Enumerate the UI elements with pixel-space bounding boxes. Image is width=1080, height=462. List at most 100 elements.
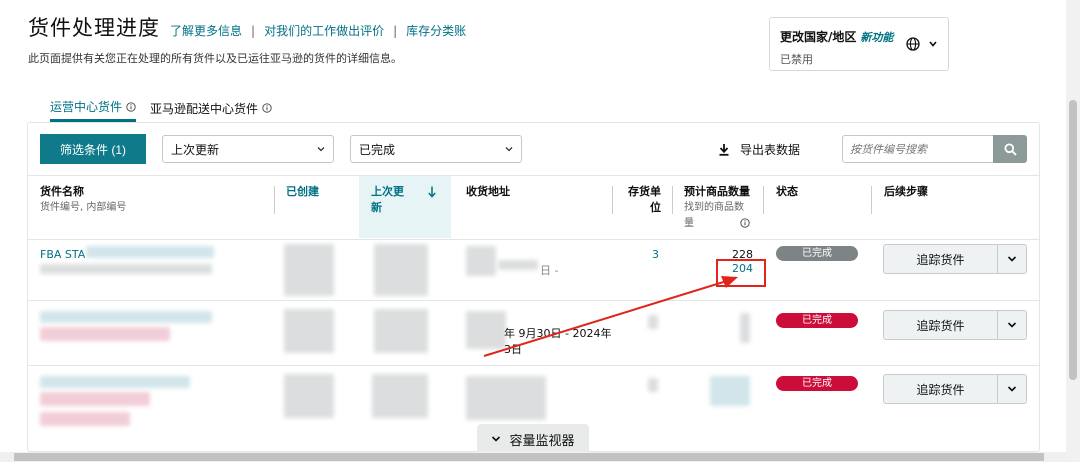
horizontal-scrollbar[interactable] — [0, 452, 1066, 462]
col-status: 状态 — [776, 185, 798, 198]
redacted-sku — [648, 315, 658, 329]
capacity-monitor-button[interactable]: 容量监视器 — [477, 424, 589, 454]
region-selector[interactable]: 更改国家/地区 新功能 已禁用 — [769, 17, 949, 71]
track-shipment-button[interactable]: 追踪货件 — [883, 244, 1027, 274]
shipments-panel: 筛选条件 (1) 上次更新 已完成 导出表数据 货件名称 货件 — [27, 122, 1040, 452]
address-fragment: 3日 — [504, 343, 522, 356]
tab-amazon-fulfillment[interactable]: 亚马逊配送中心货件 — [150, 98, 272, 122]
redacted-text — [40, 311, 212, 323]
redacted-created-date — [284, 309, 334, 353]
scrollbar-thumb[interactable] — [14, 453, 1044, 461]
search-input[interactable] — [842, 135, 994, 163]
col-label: 预计商品数量 — [684, 185, 750, 198]
chevron-down-icon[interactable] — [1007, 385, 1017, 393]
chevron-down-icon — [492, 436, 501, 442]
track-shipment-label: 追踪货件 — [884, 375, 998, 403]
export-label: 导出表数据 — [740, 143, 801, 157]
header: 货件处理进度 了解更多信息 | 对我们的工作做出评价 | 库存分类账 — [28, 12, 466, 42]
redacted-text — [40, 376, 190, 388]
shipment-tabs: 运营中心货件 亚马逊配送中心货件 — [50, 98, 286, 122]
table-row: 年 9月30日 - 2024年 3日 已完成 追踪货件 — [28, 300, 1039, 364]
filter-button[interactable]: 筛选条件 (1) — [40, 134, 146, 164]
redacted-sku — [648, 378, 658, 392]
redacted-text — [40, 327, 170, 341]
track-shipment-label: 追踪货件 — [884, 311, 998, 339]
search-button[interactable] — [993, 135, 1027, 163]
redacted-updated-date — [372, 374, 428, 418]
table-header: 货件名称 货件编号, 内部编号 已创建 上次更新 收货地址 存货单位 预计商品数… — [28, 175, 1039, 239]
column-divider — [672, 186, 673, 214]
feedback-link[interactable]: 对我们的工作做出评价 — [264, 22, 384, 39]
new-feature-badge: 新功能 — [860, 31, 894, 44]
address-fragment: 日 - — [540, 264, 559, 277]
sku-count-link[interactable]: 3 — [652, 248, 659, 261]
col-sublabel: 货件编号, 内部编号 — [40, 202, 127, 213]
search-icon — [1004, 143, 1017, 156]
status-badge: 已完成 — [776, 246, 858, 261]
status-select[interactable]: 已完成 — [350, 135, 522, 163]
annotation-highlight-box — [716, 259, 766, 287]
capacity-monitor-label: 容量监视器 — [509, 433, 575, 449]
col-shipment-name: 货件名称 货件编号, 内部编号 — [40, 184, 126, 216]
region-status: 已禁用 — [780, 53, 813, 66]
download-icon — [719, 144, 729, 156]
col-created[interactable]: 已创建 — [286, 184, 319, 200]
header-links: 了解更多信息 | 对我们的工作做出评价 | 库存分类账 — [170, 22, 466, 39]
col-sku-count: 存货单位 — [628, 185, 661, 214]
track-shipment-button[interactable]: 追踪货件 — [883, 374, 1027, 404]
track-shipment-label: 追踪货件 — [884, 245, 998, 273]
tab-label: 运营中心货件 — [50, 100, 123, 114]
info-icon[interactable] — [126, 101, 136, 112]
status-badge: 已完成 — [776, 376, 858, 391]
chevron-down-icon — [505, 147, 513, 152]
table-row: 已完成 追踪货件 — [28, 365, 1039, 429]
column-divider — [871, 186, 872, 214]
shipment-name-link[interactable]: FBA STA — [40, 248, 85, 261]
redacted-updated-date — [374, 244, 428, 296]
sort-down-icon — [428, 186, 436, 198]
status-badge: 已完成 — [776, 313, 858, 328]
redacted-created-date — [284, 244, 334, 296]
redacted-address — [498, 260, 538, 270]
chevron-down-icon — [317, 147, 325, 152]
track-shipment-button[interactable]: 追踪货件 — [883, 310, 1027, 340]
redacted-text — [86, 246, 214, 258]
chevron-down-icon[interactable] — [1007, 321, 1017, 329]
vertical-scrollbar[interactable] — [1066, 0, 1080, 462]
tab-operations-center[interactable]: 运营中心货件 — [50, 98, 137, 122]
column-divider — [612, 186, 613, 214]
sort-select[interactable]: 上次更新 — [162, 135, 334, 163]
globe-icon — [906, 37, 920, 51]
redacted-created-date — [284, 374, 334, 418]
col-label: 货件名称 — [40, 185, 84, 198]
toolbar: 筛选条件 (1) 上次更新 已完成 导出表数据 — [28, 123, 1039, 175]
inventory-ledger-link[interactable]: 库存分类账 — [406, 22, 466, 39]
sort-select-value: 上次更新 — [171, 142, 220, 157]
col-next-steps: 后续步骤 — [884, 185, 928, 198]
redacted-text — [40, 264, 212, 274]
info-icon[interactable] — [262, 103, 272, 113]
scrollbar-thumb[interactable] — [1069, 100, 1077, 380]
region-title: 更改国家/地区 — [780, 30, 857, 44]
col-ship-to-address: 收货地址 — [466, 185, 510, 198]
link-separator: | — [393, 23, 398, 38]
redacted-text — [40, 412, 130, 426]
redacted-address — [466, 376, 546, 420]
redacted-address — [466, 311, 506, 349]
status-select-value: 已完成 — [359, 142, 396, 157]
redacted-address — [466, 246, 496, 276]
redacted-text — [40, 392, 150, 406]
export-button[interactable]: 导出表数据 — [718, 141, 800, 158]
page: 货件处理进度 了解更多信息 | 对我们的工作做出评价 | 库存分类账 此页面提供… — [0, 0, 1080, 462]
redacted-quantity — [740, 313, 750, 343]
chevron-down-icon[interactable] — [1007, 255, 1017, 263]
chevron-down-icon — [929, 41, 937, 47]
col-last-updated[interactable]: 上次更新 — [371, 184, 411, 216]
tab-label: 亚马逊配送中心货件 — [150, 101, 259, 116]
page-title: 货件处理进度 — [28, 16, 160, 40]
column-divider — [763, 186, 764, 214]
info-icon[interactable] — [740, 218, 750, 228]
redacted-updated-date — [374, 309, 428, 353]
learn-more-link[interactable]: 了解更多信息 — [170, 22, 242, 39]
address-fragment: 年 9月30日 - 2024年 — [504, 327, 612, 340]
